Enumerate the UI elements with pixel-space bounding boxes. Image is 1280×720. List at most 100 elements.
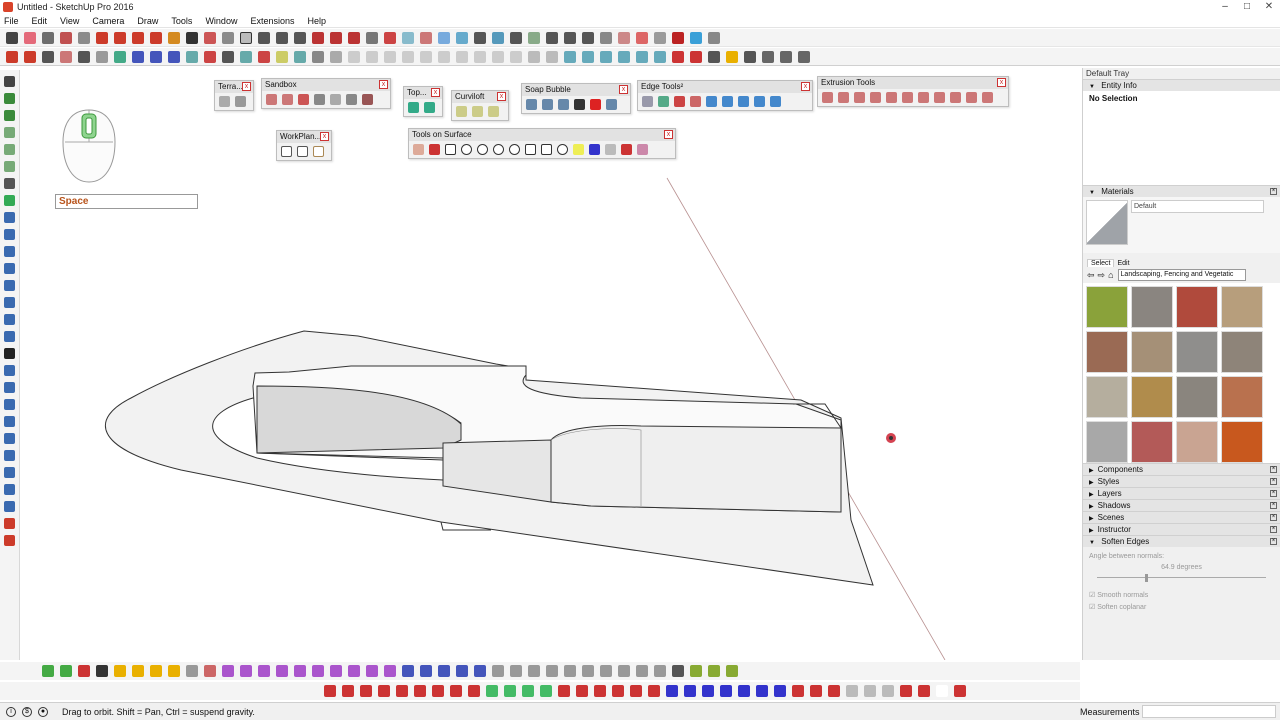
bottom-row2-tool-17-icon[interactable] (612, 685, 624, 697)
soap-bubble-tool-3-icon[interactable] (558, 99, 569, 110)
extrusion-tool-9-icon[interactable] (950, 92, 961, 103)
curviloft-skin-icon[interactable] (472, 106, 483, 117)
surface-tool-13-icon[interactable] (605, 144, 616, 155)
shaded-icon[interactable] (402, 31, 414, 44)
bottom-row2-tool-14-icon[interactable] (558, 685, 570, 697)
bottom-row2-tool-10-icon[interactable] (486, 685, 498, 697)
frame-tool-icon[interactable] (312, 50, 324, 63)
bottom-row2-tool-26-icon[interactable] (774, 685, 786, 697)
edge-tool-9-icon[interactable] (770, 96, 781, 107)
surface-tool-5-icon[interactable] (477, 144, 488, 155)
mirror-tool-icon[interactable] (762, 50, 774, 63)
bottom-row2-tool-35-icon[interactable] (936, 685, 948, 697)
panel-header-shadows[interactable]: ▶ Shadows × (1083, 499, 1280, 511)
snap-tool-icon[interactable] (78, 50, 90, 63)
material-swatch[interactable] (1086, 376, 1128, 418)
panel-header-layers[interactable]: ▶ Layers × (1083, 487, 1280, 499)
bottom-row2-tool-34-icon[interactable] (918, 685, 930, 697)
edge-tool-5-icon[interactable] (706, 96, 717, 107)
tools-on-surface-palette-close-icon[interactable]: x (664, 130, 673, 139)
extrusion-tool-1-icon[interactable] (822, 92, 833, 103)
edge-tool-7-icon[interactable] (738, 96, 749, 107)
bottom-row1-tool-15-icon[interactable] (294, 665, 306, 677)
ruby-icon[interactable] (672, 31, 684, 44)
workplane-palette-close-icon[interactable]: x (320, 132, 329, 141)
bottom-row2-tool-27-icon[interactable] (792, 685, 804, 697)
user-icon[interactable]: ● (38, 706, 48, 717)
zoom-tool-icon[interactable] (276, 31, 288, 44)
bottom-row2-tool-8-icon[interactable] (450, 685, 462, 697)
soften-coplanar-row[interactable]: ☑ Soften coplanar (1089, 603, 1274, 611)
edge-tool-1-icon[interactable] (642, 96, 653, 107)
bottom-row1-tool-9-icon[interactable] (186, 665, 198, 677)
left-look-icon[interactable] (4, 501, 15, 512)
left-3dtext-icon[interactable] (4, 382, 15, 393)
bottom-row2-tool-2-icon[interactable] (342, 685, 354, 697)
left-component-icon[interactable] (4, 93, 15, 104)
plane-tool-icon[interactable] (132, 50, 144, 63)
shape-tool-10-icon[interactable] (510, 50, 522, 63)
bottom-row1-tool-38-icon[interactable] (708, 665, 720, 677)
maximize-button[interactable]: □ (1236, 0, 1258, 14)
left-zoom-icon[interactable] (4, 450, 15, 461)
select-tool-icon[interactable] (6, 31, 18, 44)
bottom-row1-tool-10-icon[interactable] (204, 665, 216, 677)
bottom-row1-tool-26-icon[interactable] (492, 665, 504, 677)
rotate-tool-icon[interactable] (150, 31, 162, 44)
edge-tool-2-icon[interactable] (658, 96, 669, 107)
arrow-tool-icon[interactable] (42, 50, 54, 63)
bottom-row1-tool-31-icon[interactable] (582, 665, 594, 677)
extension-warehouse-icon[interactable] (330, 31, 342, 44)
left-circle-icon[interactable] (4, 161, 15, 172)
copy-tool-icon[interactable] (222, 50, 234, 63)
surface-tool-9-icon[interactable] (541, 144, 552, 155)
panel-close-icon[interactable]: × (1270, 478, 1277, 485)
bottom-row1-tool-3-icon[interactable] (78, 665, 90, 677)
grid-tool-icon[interactable] (6, 50, 18, 63)
material-swatch[interactable] (1131, 421, 1173, 463)
shape-tool-15-icon[interactable] (600, 50, 612, 63)
material-swatch[interactable] (1086, 331, 1128, 373)
edge-tool-6-icon[interactable] (722, 96, 733, 107)
bottom-row1-tool-12-icon[interactable] (240, 665, 252, 677)
left-scale-icon[interactable] (4, 246, 15, 257)
left-record-icon[interactable] (4, 535, 15, 546)
surface-tool-15-icon[interactable] (637, 144, 648, 155)
bottom-row1-tool-1-icon[interactable] (42, 665, 54, 677)
star-tool-icon[interactable] (276, 50, 288, 63)
workplane-axis-icon[interactable] (313, 146, 324, 157)
left-polygon-icon[interactable] (4, 195, 15, 206)
topo-tool-2-icon[interactable] (424, 102, 435, 113)
materials-close-icon[interactable]: × (1270, 188, 1277, 195)
top-view-icon[interactable] (456, 31, 468, 44)
home-icon[interactable]: ⌂ (1108, 270, 1113, 280)
bottom-row1-tool-33-icon[interactable] (618, 665, 630, 677)
axis-tool-icon[interactable] (150, 50, 162, 63)
surface-tool-11-icon[interactable] (573, 144, 584, 155)
material-swatch[interactable] (1221, 421, 1263, 463)
extrusion-tool-5-icon[interactable] (886, 92, 897, 103)
shape-tool-5-icon[interactable] (420, 50, 432, 63)
light-bulb-icon[interactable] (726, 50, 738, 63)
sandbox-detail-icon[interactable] (346, 94, 357, 105)
bottom-row1-tool-18-icon[interactable] (348, 665, 360, 677)
right-view-icon[interactable] (492, 31, 504, 44)
menu-draw[interactable]: Draw (137, 16, 158, 26)
bottom-row2-tool-13-icon[interactable] (540, 685, 552, 697)
bottom-row1-tool-11-icon[interactable] (222, 665, 234, 677)
left-orbit-icon[interactable] (4, 416, 15, 427)
bottom-row1-tool-2-icon[interactable] (60, 665, 72, 677)
box-icon[interactable] (582, 31, 594, 44)
shape-tool-11-icon[interactable] (528, 50, 540, 63)
bottom-row1-tool-28-icon[interactable] (528, 665, 540, 677)
vector-tool-icon[interactable] (168, 50, 180, 63)
bottom-row2-tool-33-icon[interactable] (900, 685, 912, 697)
measurements-input[interactable] (1142, 705, 1276, 718)
shape-tool-19-icon[interactable] (672, 50, 684, 63)
left-view-icon[interactable] (528, 31, 540, 44)
bottom-row1-tool-32-icon[interactable] (600, 665, 612, 677)
material-swatch[interactable] (1176, 376, 1218, 418)
geo-location-icon[interactable]: $ (22, 706, 32, 717)
material-name-field[interactable]: Default (1131, 200, 1264, 213)
left-offset-icon[interactable] (4, 263, 15, 274)
